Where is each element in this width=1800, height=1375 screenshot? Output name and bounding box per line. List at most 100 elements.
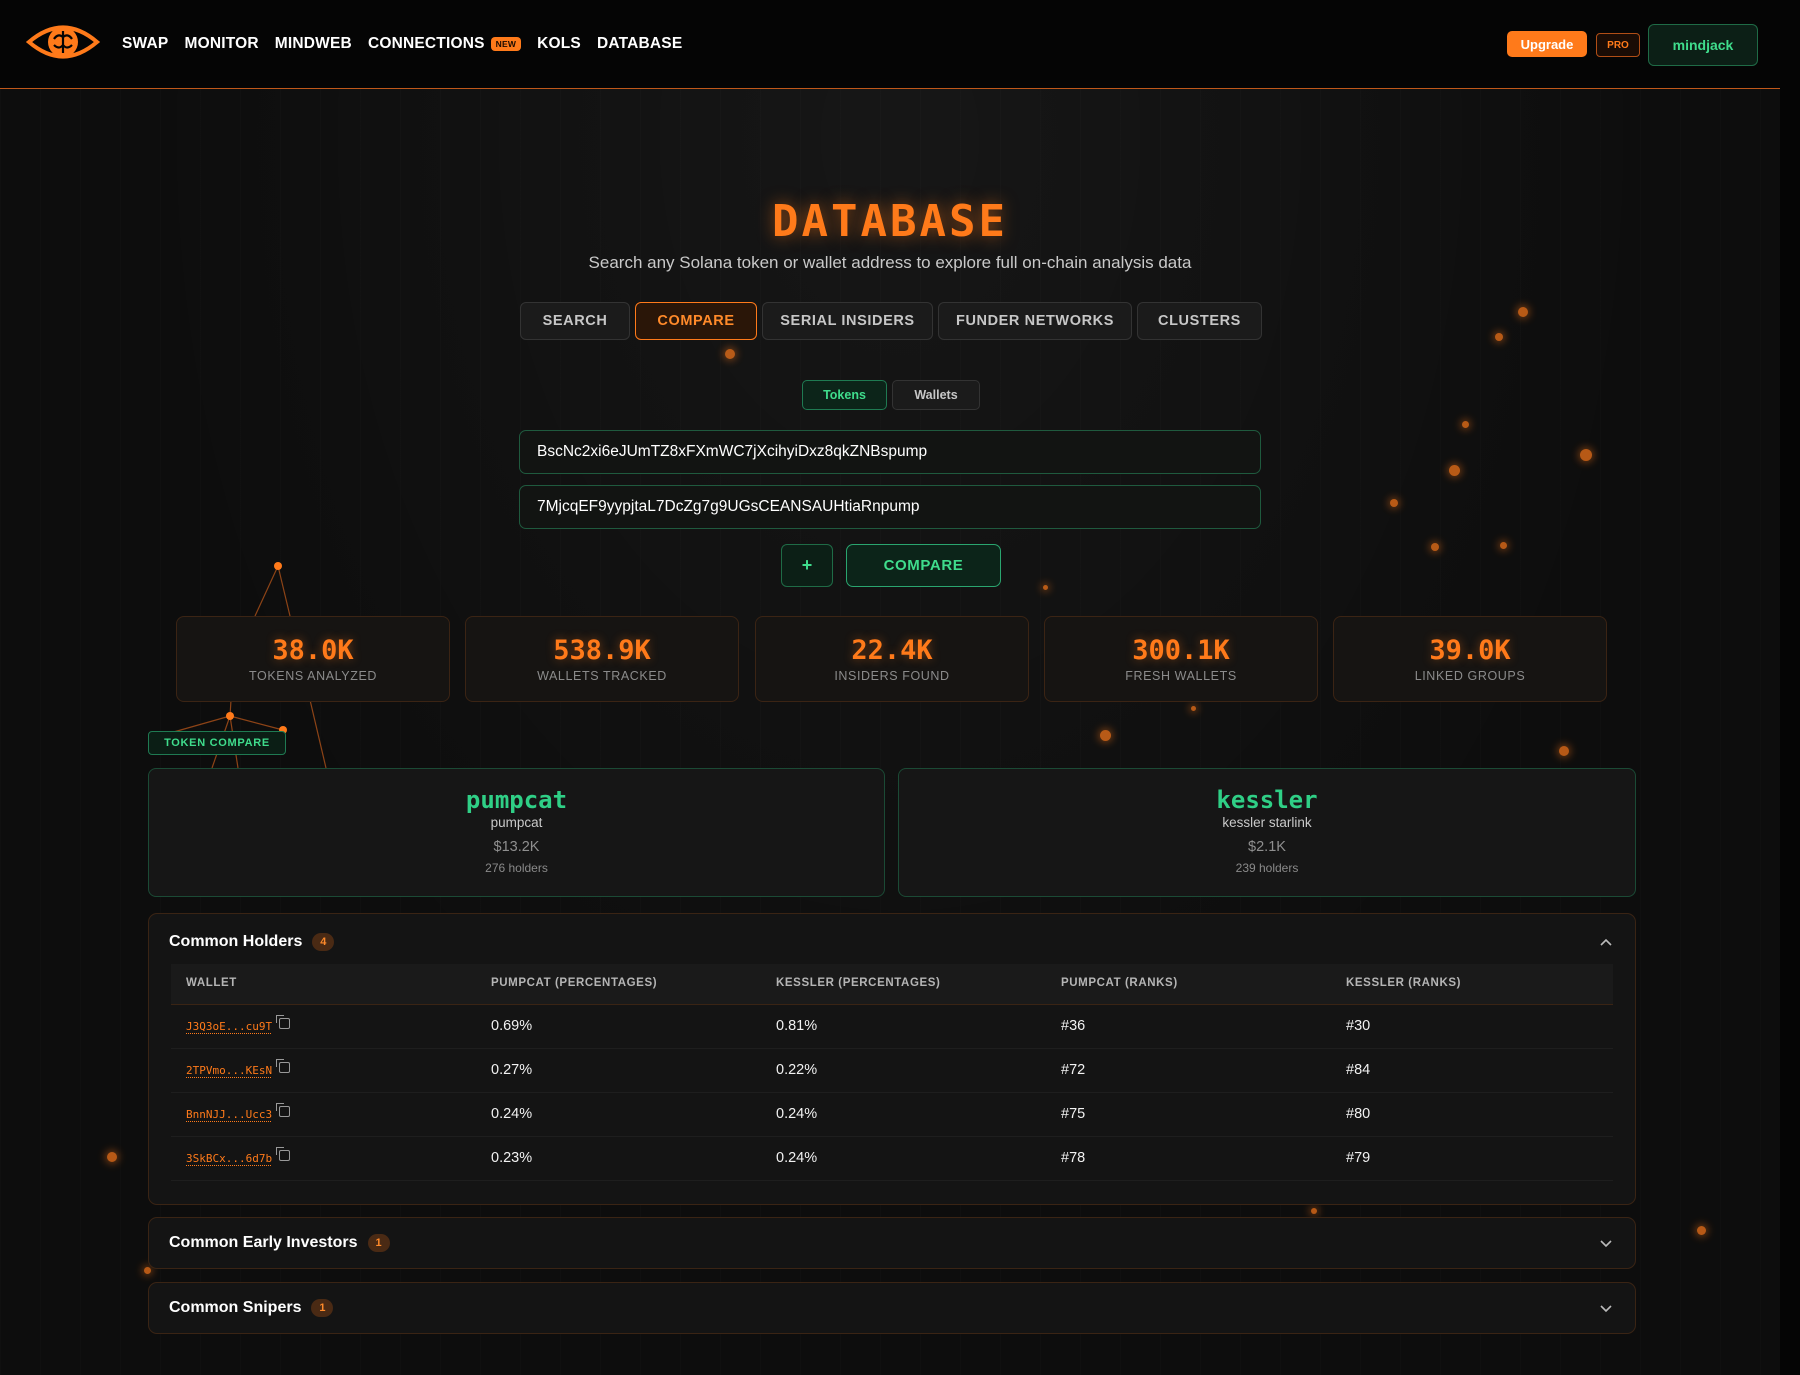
subtab-tokens[interactable]: Tokens: [802, 380, 887, 410]
glow-particle: [1697, 1226, 1706, 1235]
compare-button[interactable]: COMPARE: [846, 544, 1001, 587]
user-account-button[interactable]: mindjack: [1648, 24, 1758, 66]
copy-icon[interactable]: [276, 1015, 291, 1029]
glow-particle: [1191, 706, 1196, 711]
chevron-up-icon[interactable]: [1599, 936, 1613, 950]
common-early-investors-panel[interactable]: Common Early Investors 1: [148, 1217, 1636, 1269]
nav-database[interactable]: DATABASE: [597, 35, 682, 53]
glow-particle: [1559, 746, 1569, 756]
token-card-1[interactable]: pumpcat pumpcat $13.2K 276 holders: [148, 768, 885, 897]
cell: 0.24%: [776, 1106, 818, 1122]
token-compare-badge: TOKEN COMPARE: [148, 731, 286, 755]
token-symbol: kessler: [1216, 786, 1318, 814]
wallet-cell: BnnNJJ...Ucc3: [186, 1103, 291, 1122]
stat-card-wallets: 538.9K WALLETS TRACKED: [465, 616, 739, 702]
stat-label: WALLETS TRACKED: [537, 669, 667, 683]
stat-label: FRESH WALLETS: [1125, 669, 1237, 683]
common-holders-header[interactable]: Common Holders 4: [169, 931, 335, 953]
cell: #36: [1061, 1018, 1086, 1034]
section-title: Common Early Investors: [169, 1234, 358, 1251]
wallet-link[interactable]: BnnNJJ...Ucc3: [186, 1108, 272, 1121]
column-header: PUMPCAT (RANKS): [1061, 977, 1178, 989]
token-name: pumpcat: [490, 815, 543, 830]
stat-value: 39.0K: [1429, 635, 1511, 666]
common-early-investors-header[interactable]: Common Early Investors 1: [169, 1232, 390, 1254]
stat-label: TOKENS ANALYZED: [248, 669, 378, 683]
common-snipers-header[interactable]: Common Snipers 1: [169, 1297, 334, 1319]
column-header: PUMPCAT (PERCENTAGES): [491, 977, 658, 989]
cell: #75: [1061, 1106, 1086, 1122]
add-address-button[interactable]: +: [781, 544, 833, 587]
column-header: KESSLER (RANKS): [1346, 977, 1462, 989]
copy-icon[interactable]: [276, 1147, 291, 1161]
upgrade-button[interactable]: Upgrade: [1507, 31, 1587, 57]
tab-compare[interactable]: COMPARE: [635, 302, 757, 340]
wallet-cell: J3Q3oE...cu9T: [186, 1015, 291, 1034]
subtab-wallets[interactable]: Wallets: [892, 380, 980, 410]
cell: #84: [1346, 1062, 1371, 1078]
token-name: kessler starlink: [1222, 815, 1312, 830]
token-address-input-2[interactable]: 7MjcqEF9yypjtaL7DcZg7g9UGsCEANSAUHtiaRnp…: [519, 485, 1261, 529]
nav-mindweb[interactable]: MINDWEB: [275, 35, 352, 53]
token-symbol: pumpcat: [465, 786, 568, 814]
table-row: BnnNJJ...Ucc3 0.24% 0.24% #75 #80: [171, 1093, 1613, 1137]
tab-funder-networks[interactable]: FUNDER NETWORKS: [938, 302, 1132, 340]
stat-value: 22.4K: [851, 635, 933, 666]
wallet-link[interactable]: 2TPVmo...KEsN: [186, 1064, 272, 1077]
wallet-link[interactable]: 3SkBCx...6d7b: [186, 1152, 272, 1165]
compare-mode-toggle: Tokens Wallets: [802, 380, 980, 410]
glow-particle: [1311, 1208, 1317, 1214]
top-nav: SWAP MONITOR MINDWEB CONNECTIONS NEW KOL…: [0, 0, 1780, 89]
count-badge: 1: [311, 1299, 334, 1317]
table-row: 2TPVmo...KEsN 0.27% 0.22% #72 #84: [171, 1049, 1613, 1093]
wallet-cell: 2TPVmo...KEsN: [186, 1059, 291, 1078]
glow-particle: [1431, 543, 1439, 551]
stat-value: 300.1K: [1132, 635, 1230, 666]
glow-particle: [1500, 542, 1507, 549]
token-address-input-1[interactable]: BscNc2xi6eJUmTZ8xFXmWC7jXcihyiDxz8qkZNBs…: [519, 430, 1261, 474]
tab-clusters[interactable]: CLUSTERS: [1137, 302, 1262, 340]
logo-eye-brain-icon[interactable]: [26, 17, 100, 67]
tab-serial-insiders[interactable]: SERIAL INSIDERS: [762, 302, 933, 340]
table-row: 3SkBCx...6d7b 0.23% 0.24% #78 #79: [171, 1137, 1613, 1181]
cell: 0.22%: [776, 1062, 818, 1078]
cell: #78: [1061, 1150, 1086, 1166]
wallet-cell: 3SkBCx...6d7b: [186, 1147, 291, 1166]
copy-icon[interactable]: [276, 1059, 291, 1073]
cell: #30: [1346, 1018, 1371, 1034]
copy-icon[interactable]: [276, 1103, 291, 1117]
nav-swap[interactable]: SWAP: [122, 35, 168, 53]
chevron-down-icon[interactable]: [1599, 1301, 1613, 1315]
cell: 0.81%: [776, 1018, 818, 1034]
table-row: J3Q3oE...cu9T 0.69% 0.81% #36 #30: [171, 1005, 1613, 1049]
common-snipers-panel[interactable]: Common Snipers 1: [148, 1282, 1636, 1334]
count-badge: 4: [312, 933, 335, 951]
table-header: WALLET PUMPCAT (PERCENTAGES) KESSLER (PE…: [171, 964, 1613, 1005]
pro-badge: PRO: [1596, 33, 1640, 57]
glow-particle: [1449, 465, 1460, 476]
wallet-link[interactable]: J3Q3oE...cu9T: [186, 1020, 272, 1033]
cell: 0.27%: [491, 1062, 533, 1078]
glow-particle: [1580, 449, 1592, 461]
nav-connections[interactable]: CONNECTIONS NEW: [367, 35, 522, 53]
cell: #72: [1061, 1062, 1086, 1078]
chevron-down-icon[interactable]: [1599, 1236, 1613, 1250]
stat-label: INSIDERS FOUND: [834, 669, 950, 683]
tab-search[interactable]: SEARCH: [520, 302, 630, 340]
stat-card-linked-groups: 39.0K LINKED GROUPS: [1333, 616, 1607, 702]
nav-monitor[interactable]: MONITOR: [184, 35, 258, 53]
glow-particle: [725, 349, 735, 359]
glow-particle: [107, 1152, 117, 1162]
nav-kols[interactable]: KOLS: [537, 35, 581, 53]
stat-card-fresh-wallets: 300.1K FRESH WALLETS: [1044, 616, 1318, 702]
column-header: KESSLER (PERCENTAGES): [776, 977, 941, 989]
page-subtitle: Search any Solana token or wallet addres…: [588, 253, 1192, 272]
column-header: WALLET: [186, 977, 237, 989]
glow-particle: [1390, 499, 1398, 507]
glow-particle: [1100, 730, 1111, 741]
stat-label: LINKED GROUPS: [1414, 669, 1526, 683]
token-card-2[interactable]: kessler kessler starlink $2.1K 239 holde…: [898, 768, 1636, 897]
nav-connections-label: CONNECTIONS: [367, 35, 485, 52]
section-title: Common Holders: [169, 933, 303, 950]
common-holders-panel: Common Holders 4 WALLET PUMPCAT (PERCENT…: [148, 913, 1636, 1205]
